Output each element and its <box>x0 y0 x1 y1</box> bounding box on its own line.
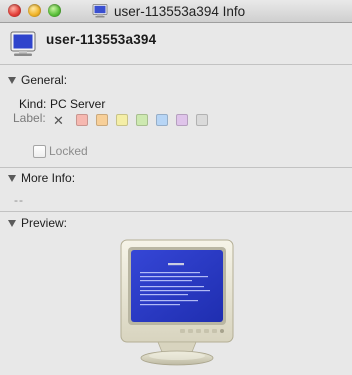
locked-label: Locked <box>49 144 88 158</box>
section-preview-title: Preview: <box>21 216 68 230</box>
disclosure-triangle-icon[interactable] <box>8 175 16 182</box>
divider <box>0 211 352 212</box>
pc-monitor-icon <box>92 4 108 18</box>
divider <box>0 64 352 65</box>
minimize-button[interactable] <box>28 4 41 17</box>
section-more-info-title: More Info: <box>21 171 76 185</box>
disclosure-triangle-icon[interactable] <box>8 77 16 84</box>
title-bar[interactable]: user-113553a394 Info <box>0 0 352 23</box>
window-title: user-113553a394 Info <box>114 3 246 19</box>
pc-monitor-icon <box>10 31 36 56</box>
label-swatch-gray[interactable] <box>196 114 208 126</box>
item-name: user-113553a394 <box>46 32 157 47</box>
info-header: user-113553a394 <box>0 23 352 64</box>
label-swatch-yellow[interactable] <box>116 114 128 126</box>
section-general-header[interactable]: General: <box>0 72 352 90</box>
kind-label: Kind: <box>19 97 47 111</box>
label-color-picker[interactable]: ✕ <box>53 114 216 127</box>
label-swatch-orange[interactable] <box>96 114 108 126</box>
no-label-x-icon[interactable]: ✕ <box>53 114 64 127</box>
divider <box>0 167 352 168</box>
locked-checkbox[interactable] <box>33 145 46 158</box>
crt-monitor-preview-image <box>120 239 234 366</box>
label-swatch-blue[interactable] <box>156 114 168 126</box>
kind-value: PC Server <box>50 97 106 111</box>
window-title-group: user-113553a394 Info <box>92 2 245 20</box>
section-general-title: General: <box>21 73 68 87</box>
label-label: Label: <box>13 111 46 125</box>
disclosure-triangle-icon[interactable] <box>8 220 16 227</box>
close-button[interactable] <box>8 4 21 17</box>
zoom-button[interactable] <box>48 4 61 17</box>
section-preview-header[interactable]: Preview: <box>0 215 352 233</box>
more-info-value: -- <box>14 193 24 207</box>
label-swatch-purple[interactable] <box>176 114 188 126</box>
label-swatch-green[interactable] <box>136 114 148 126</box>
section-more-info-header[interactable]: More Info: <box>0 170 352 188</box>
label-swatch-red[interactable] <box>76 114 88 126</box>
